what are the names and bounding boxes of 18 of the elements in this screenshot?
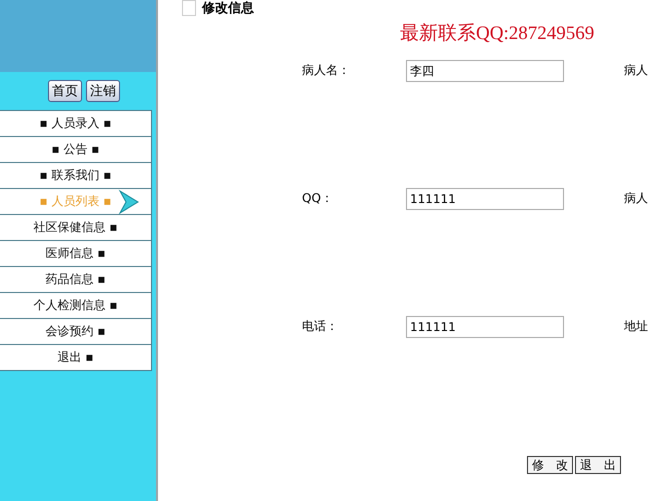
contact-notice: 最新联系QQ:287249569 bbox=[400, 22, 596, 46]
field-label: QQ： bbox=[302, 190, 334, 207]
nav-button[interactable]: 注销 bbox=[86, 80, 120, 102]
field-label: 病人 bbox=[624, 190, 648, 207]
action-button[interactable]: 修 改 bbox=[527, 456, 573, 474]
field-label: 病人 bbox=[624, 62, 648, 79]
field-label: 地址 bbox=[624, 318, 648, 335]
nav-button[interactable]: 首页 bbox=[48, 80, 82, 102]
input-field[interactable]: 111111 bbox=[406, 316, 564, 338]
input-field[interactable]: 李四 bbox=[406, 60, 564, 82]
arrow-icon bbox=[118, 189, 140, 215]
field-label: 电话： bbox=[302, 318, 339, 335]
menu-item[interactable]: 退出 ▪ bbox=[58, 349, 94, 366]
section-title: 修改信息 bbox=[202, 0, 254, 17]
action-button[interactable]: 退 出 bbox=[575, 456, 621, 474]
input-field[interactable]: 111111 bbox=[406, 188, 564, 210]
checkbox[interactable] bbox=[182, 0, 196, 16]
field-label: 病人名： bbox=[302, 62, 351, 79]
